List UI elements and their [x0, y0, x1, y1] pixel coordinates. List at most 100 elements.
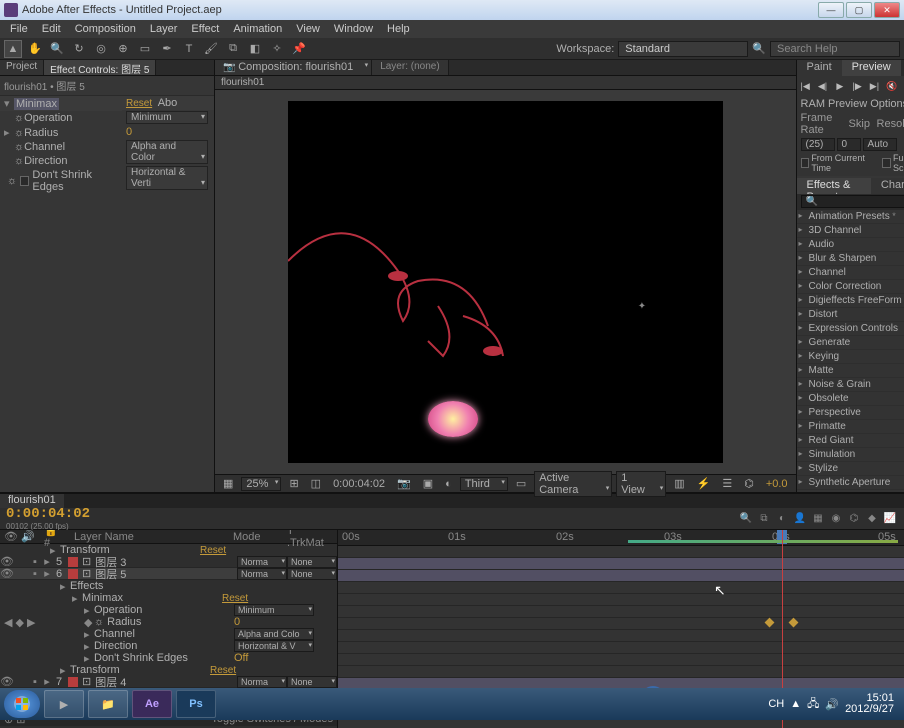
tab-layer[interactable]: Layer: (none) — [372, 60, 448, 75]
radius-value[interactable]: 0 — [126, 126, 132, 138]
transparency-icon[interactable]: ◐ — [441, 478, 456, 490]
fast-preview-icon[interactable]: ⚡ — [693, 477, 715, 490]
tab-character[interactable]: Characte — [871, 178, 904, 194]
composition-viewport[interactable]: ✦ — [215, 90, 796, 474]
brush-tool[interactable]: 🖌 — [202, 40, 220, 58]
timeline-icon[interactable]: ☰ — [718, 477, 736, 490]
shy-icon[interactable]: 👤 — [792, 511, 808, 527]
operation-dropdown[interactable]: Minimum — [126, 111, 208, 124]
graph-editor-icon[interactable]: 📈 — [882, 511, 898, 527]
menu-edit[interactable]: Edit — [36, 22, 67, 36]
taskbar-photoshop[interactable]: Ps — [176, 690, 216, 718]
menu-effect[interactable]: Effect — [185, 22, 225, 36]
selection-tool[interactable]: ▲ — [4, 40, 22, 58]
comp-name-tab[interactable]: flourish01 — [215, 76, 796, 90]
layer-row[interactable]: 👁▪▸6⊡图层 5NormaNone — [0, 568, 337, 580]
roto-tool[interactable]: ✧ — [268, 40, 286, 58]
tab-composition[interactable]: 📷 Composition: flourish01 — [215, 60, 372, 75]
hand-tool[interactable]: ✋ — [26, 40, 44, 58]
from-current-checkbox[interactable] — [801, 158, 810, 168]
taskbar-explorer[interactable]: 📁 — [88, 690, 128, 718]
comp-mini-flowchart-icon[interactable]: ⧉ — [756, 511, 772, 527]
effects-category-item[interactable]: Noise & Grain — [797, 378, 904, 392]
first-frame-button[interactable]: |◀ — [799, 79, 812, 93]
timeline-track[interactable] — [338, 630, 904, 642]
eraser-tool[interactable]: ◧ — [246, 40, 264, 58]
tab-project[interactable]: Project — [0, 60, 44, 75]
next-frame-button[interactable]: |▶ — [850, 79, 863, 93]
timeline-track[interactable] — [338, 594, 904, 606]
timeline-track[interactable] — [338, 642, 904, 654]
zoom-tool[interactable]: 🔍 — [48, 40, 66, 58]
menu-file[interactable]: File — [4, 22, 34, 36]
timecode-display[interactable]: 0:00:04:02 — [329, 478, 389, 490]
last-frame-button[interactable]: ▶| — [868, 79, 881, 93]
tray-flag-icon[interactable]: ▲ — [790, 698, 801, 710]
timeline-track[interactable] — [338, 570, 904, 582]
tray-network-icon[interactable]: 🖧 — [807, 695, 819, 714]
view-icon[interactable]: ▭ — [512, 477, 530, 490]
tab-effects-presets[interactable]: Effects & Presets — [797, 178, 871, 194]
effects-presets-list[interactable]: Animation Presets3D ChannelAudioBlur & S… — [797, 210, 904, 492]
effects-category-item[interactable]: Primatte — [797, 420, 904, 434]
property-row[interactable]: ▸Effects — [0, 580, 337, 592]
pan-behind-tool[interactable]: ⊕ — [114, 40, 132, 58]
timeline-track[interactable] — [338, 618, 904, 630]
shrink-checkbox[interactable] — [20, 176, 29, 186]
effects-search-input[interactable] — [801, 195, 904, 208]
tab-paint[interactable]: Paint — [797, 60, 842, 76]
effects-category-item[interactable]: Digieffects FreeForm — [797, 294, 904, 308]
region-icon[interactable]: ▣ — [419, 477, 437, 490]
rotate-tool[interactable]: ↻ — [70, 40, 88, 58]
taskbar-media-player[interactable]: ▶ — [44, 690, 84, 718]
menu-window[interactable]: Window — [328, 22, 379, 36]
menu-view[interactable]: View — [290, 22, 326, 36]
channel-icon[interactable]: ◫ — [307, 477, 325, 490]
effects-category-item[interactable]: Channel — [797, 266, 904, 280]
camera-tool[interactable]: ◎ — [92, 40, 110, 58]
effects-category-item[interactable]: 3D Channel — [797, 224, 904, 238]
direction-dropdown[interactable]: Horizontal & Verti — [126, 166, 208, 190]
menu-composition[interactable]: Composition — [69, 22, 142, 36]
text-tool[interactable]: T — [180, 40, 198, 58]
pen-tool[interactable]: ✒ — [158, 40, 176, 58]
effects-category-item[interactable]: Expression Controls — [797, 322, 904, 336]
puppet-tool[interactable]: 📌 — [290, 40, 308, 58]
effects-category-item[interactable]: Red Giant — [797, 434, 904, 448]
draft-3d-icon[interactable]: ◐ — [774, 511, 790, 527]
effects-category-item[interactable]: Generate — [797, 336, 904, 350]
property-row[interactable]: ▸ChannelAlpha and Colo — [0, 628, 337, 640]
comp-flowchart-icon[interactable]: ⌬ — [740, 477, 758, 490]
work-area-bar[interactable] — [628, 540, 898, 543]
start-button[interactable] — [4, 690, 40, 718]
about-link[interactable]: Abo — [158, 97, 178, 109]
effects-category-item[interactable]: Synthetic Aperture — [797, 476, 904, 490]
tray-volume-icon[interactable]: 🔊 — [825, 698, 839, 711]
time-ruler[interactable]: 00s 01s 02s 03s 04s 05s — [338, 530, 904, 546]
camera-dropdown[interactable]: Active Camera — [534, 471, 612, 497]
mute-button[interactable]: 🔇 — [885, 79, 898, 93]
exposure-value[interactable]: +0.0 — [762, 478, 792, 490]
effects-category-item[interactable]: Audio — [797, 238, 904, 252]
prev-frame-button[interactable]: ◀| — [816, 79, 829, 93]
search-help-input[interactable]: Search Help — [770, 41, 900, 57]
snapshot-icon[interactable]: 📷 — [393, 477, 415, 490]
channel-dropdown[interactable]: Alpha and Color — [126, 140, 208, 164]
frame-blend-icon[interactable]: ▦ — [810, 511, 826, 527]
timeline-track[interactable] — [338, 582, 904, 594]
tab-effect-controls[interactable]: Effect Controls: 图层 5 — [44, 60, 156, 75]
effects-category-item[interactable]: Keying — [797, 350, 904, 364]
motion-blur-icon[interactable]: ◉ — [828, 511, 844, 527]
effects-category-item[interactable]: Color Correction — [797, 280, 904, 294]
auto-keyframe-icon[interactable]: ◆ — [864, 511, 880, 527]
menu-help[interactable]: Help — [381, 22, 416, 36]
grid-icon[interactable]: ▦ — [219, 477, 237, 490]
view-count-dropdown[interactable]: 1 View — [616, 471, 666, 497]
rect-tool[interactable]: ▭ — [136, 40, 154, 58]
close-button[interactable]: ✕ — [874, 2, 900, 18]
effects-category-item[interactable]: Animation Presets — [797, 210, 904, 224]
effects-category-item[interactable]: Distort — [797, 308, 904, 322]
property-row[interactable]: ▸OperationMinimum — [0, 604, 337, 616]
effects-category-item[interactable]: Obsolete — [797, 392, 904, 406]
menu-animation[interactable]: Animation — [227, 22, 288, 36]
